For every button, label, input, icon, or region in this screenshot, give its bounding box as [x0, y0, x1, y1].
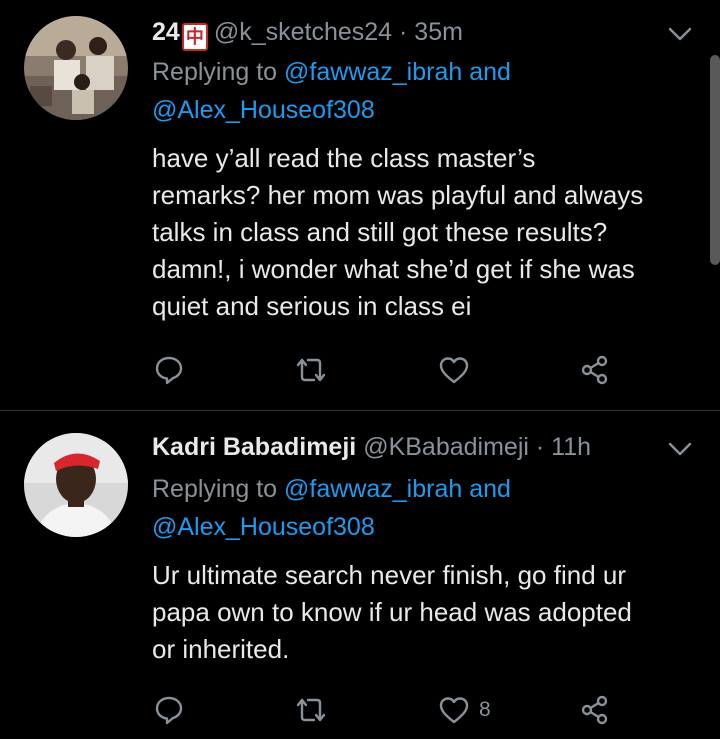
mahjong-badge: 中 — [181, 23, 208, 51]
handle[interactable]: @KBabadimeji — [363, 433, 529, 461]
chevron-down-icon[interactable] — [664, 18, 696, 50]
mention-link[interactable]: @Alex_Houseof308 — [152, 513, 375, 541]
chevron-down-icon[interactable] — [664, 433, 696, 465]
separator: · — [535, 433, 545, 461]
scrollbar-thumb[interactable] — [710, 55, 720, 265]
avatar[interactable] — [24, 16, 128, 120]
timestamp[interactable]: 11h — [551, 433, 591, 461]
share-button[interactable] — [578, 352, 612, 388]
replying-to-line-2: @Alex_Houseof308 — [152, 92, 375, 129]
mention-link[interactable]: @Alex_Houseof308 — [152, 96, 375, 124]
like-button[interactable]: 8 — [437, 692, 491, 728]
text-line: have y’all read the class master’s — [152, 143, 536, 173]
replying-to: Replying to @fawwaz_ibrah and — [152, 471, 511, 508]
timestamp[interactable]: 35m — [414, 18, 463, 46]
display-name[interactable]: 24 — [152, 18, 180, 46]
replying-to: Replying to @fawwaz_ibrah and — [152, 54, 511, 91]
replying-to-line-2: @Alex_Houseof308 — [152, 509, 375, 546]
tweet-text: have y’all read the class master’s remar… — [152, 140, 697, 325]
replying-to-label: Replying to — [152, 475, 278, 503]
text-line: damn!, i wonder what she’d get if she wa… — [152, 254, 635, 284]
share-icon — [578, 693, 612, 727]
like-button[interactable] — [437, 352, 479, 388]
retweet-button[interactable] — [292, 692, 330, 728]
avatar[interactable] — [24, 433, 128, 537]
and-text: and — [469, 58, 511, 86]
reply-icon — [152, 353, 186, 387]
retweet-icon — [292, 353, 330, 387]
tweet-actions — [152, 352, 622, 388]
and-text: and — [469, 475, 511, 503]
share-icon — [578, 353, 612, 387]
reply-button[interactable] — [152, 352, 186, 388]
share-button[interactable] — [578, 692, 612, 728]
display-name[interactable]: Kadri Babadimeji — [152, 433, 356, 461]
tweet-text: Ur ultimate search never finish, go find… — [152, 557, 697, 668]
mention-link[interactable]: @fawwaz_ibrah — [284, 58, 462, 86]
tweet-1[interactable]: 24 中 @k_sketches24 · 35m Replying to @faww… — [0, 0, 720, 410]
heart-icon — [437, 353, 471, 387]
like-count: 8 — [479, 698, 491, 721]
text-line: Ur ultimate search never finish, go find… — [152, 560, 626, 590]
text-line: quiet and serious in class ei — [152, 291, 472, 321]
heart-icon — [437, 693, 471, 727]
tweet-actions: 8 — [152, 692, 622, 728]
replying-to-label: Replying to — [152, 58, 278, 86]
separator: · — [399, 18, 408, 46]
tweet-header: Kadri Babadimeji @KBabadimeji · 11h — [152, 431, 591, 463]
reply-icon — [152, 693, 186, 727]
text-line: papa own to know if ur head was adopted — [152, 597, 632, 627]
text-line: or inherited. — [152, 634, 290, 664]
tweet-header: 24 中 @k_sketches24 · 35m — [152, 16, 463, 51]
tweet-2[interactable]: Kadri Babadimeji @KBabadimeji · 11h Repl… — [0, 411, 720, 739]
mention-link[interactable]: @fawwaz_ibrah — [284, 475, 462, 503]
handle[interactable]: @k_sketches24 — [214, 18, 392, 46]
retweet-icon — [292, 693, 330, 727]
retweet-button[interactable] — [292, 352, 330, 388]
text-line: talks in class and still got these resul… — [152, 217, 608, 247]
reply-button[interactable] — [152, 692, 186, 728]
text-line: remarks? her mom was playful and always — [152, 180, 644, 210]
